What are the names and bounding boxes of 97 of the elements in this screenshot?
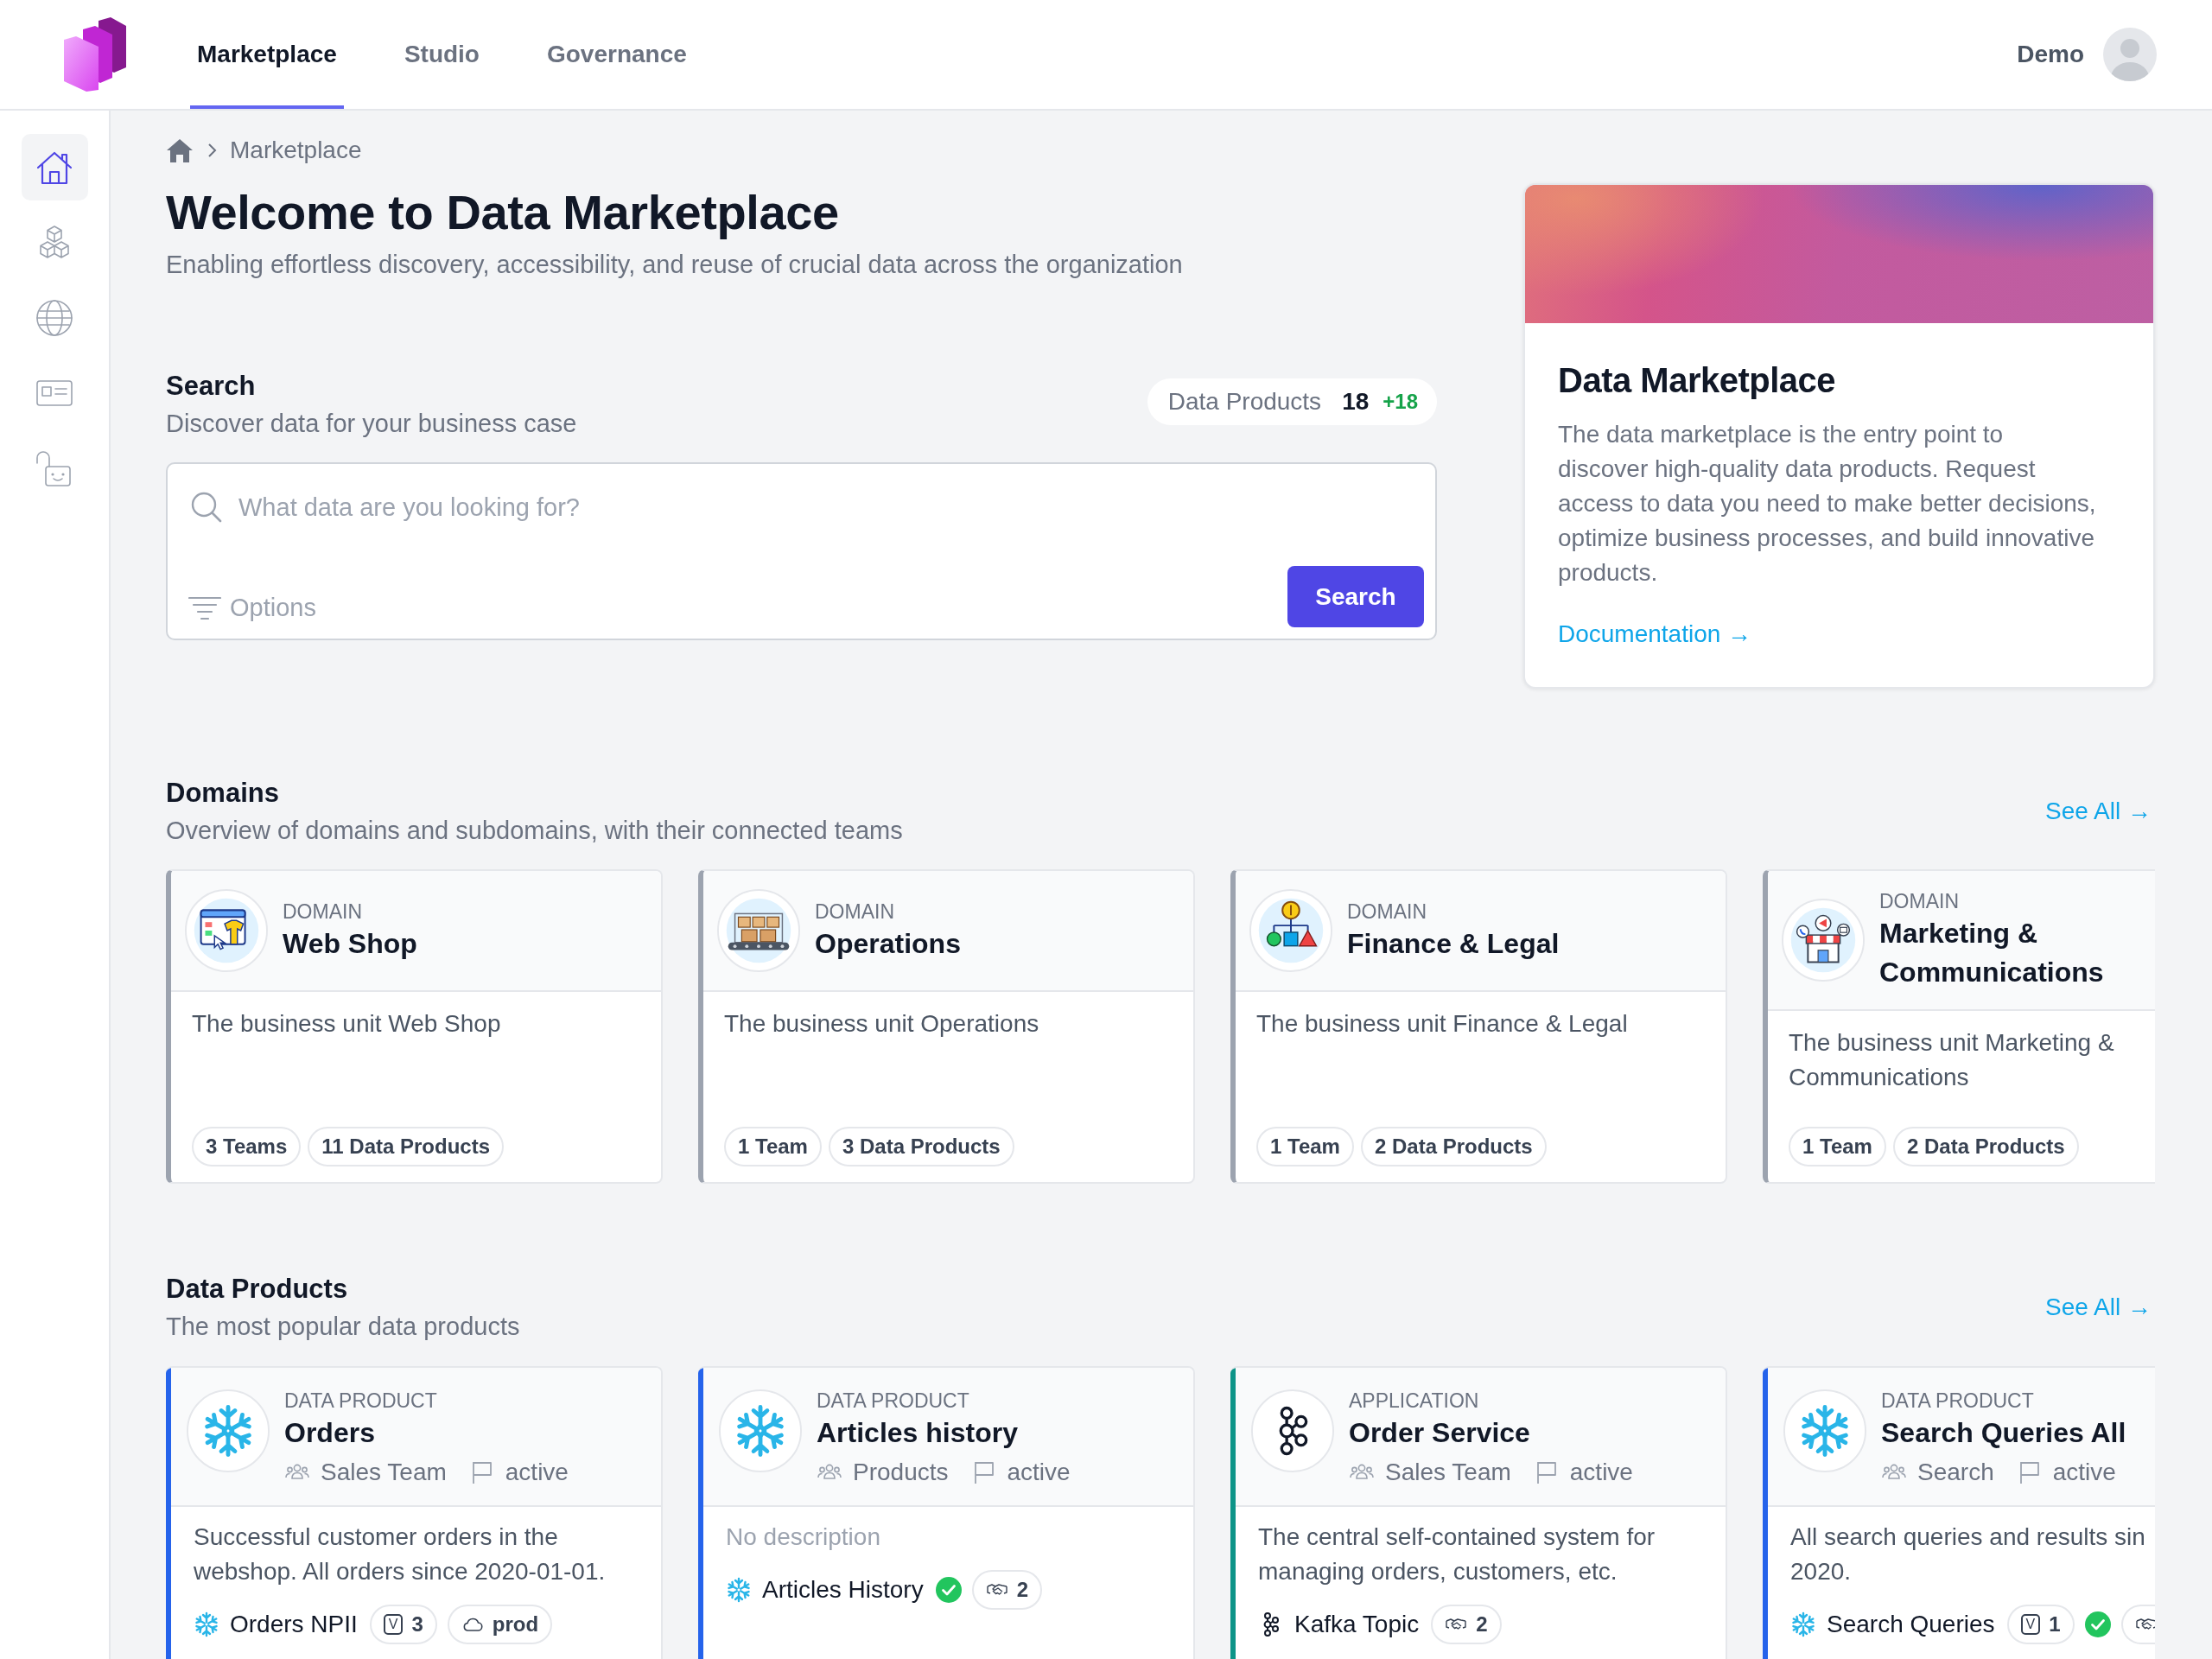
browser-shirt-icon <box>184 888 269 973</box>
product-card[interactable]: DATA PRODUCT Orders Sales Team active Successful customer orders in the webshop. All orders since 2020-01-01. Orders NPII V 3 prod <box>166 1366 663 1659</box>
product-name: Search Queries All <box>1881 1416 2126 1450</box>
domain-card[interactable]: DOMAIN Marketing & Communications The business unit Marketing & Communications 1 Team 2 Data Products <box>1763 869 2155 1184</box>
team-name[interactable]: Sales Team <box>1385 1457 1511 1488</box>
count-tag: 2 Data Products <box>1360 1127 1547 1166</box>
domain-card[interactable]: DOMAIN Finance & Legal The business unit Finance & Legal 1 Team 2 Data Products <box>1230 869 1727 1184</box>
product-description: Successful customer orders in the webshop. All orders since 2020-01-01. <box>194 1522 607 1586</box>
connected-nodes-icon <box>1250 1389 1335 1473</box>
check-icon <box>2084 1611 2111 1637</box>
product-card[interactable]: APPLICATION Order Service Sales Team active The central self-contained system for managing orders, customers, etc. Kafka Topic 2 <box>1230 1366 1727 1659</box>
version-number: 3 <box>411 1612 423 1637</box>
status-label: active <box>1007 1458 1071 1487</box>
section-title: Search <box>166 370 257 403</box>
count-tag: 11 Data Products <box>308 1127 505 1166</box>
team-name[interactable]: Search <box>1917 1457 1994 1488</box>
domain-description: The business unit Marketing & Communications <box>1789 1028 2115 1092</box>
domain-name: Marketing & Communications <box>1879 917 2105 989</box>
sidebar-item[interactable] <box>21 134 88 200</box>
counter-change: +18 <box>1382 390 1418 414</box>
team-name[interactable]: Products <box>853 1457 949 1488</box>
counter-value: 18 <box>1342 388 1370 416</box>
output-port-name[interactable]: Search Queries <box>1827 1611 1995 1638</box>
card-type-label: DOMAIN <box>815 899 895 925</box>
breadcrumb-item[interactable]: Marketplace <box>230 137 362 164</box>
section-subtitle: The most popular data products <box>166 1312 520 1342</box>
search-input[interactable]: What data are you looking for? <box>238 488 1411 526</box>
contracts-count: 2 <box>1476 1612 1488 1637</box>
card-type-label: DOMAIN <box>283 899 363 925</box>
section-title: Domains <box>166 777 280 810</box>
check-icon <box>935 1577 962 1603</box>
section-subtitle: Discover data for your business case <box>166 409 577 439</box>
card-type-label: DOMAIN <box>1347 899 1427 925</box>
domain-description: The business unit Finance & Legal <box>1256 1009 1629 1039</box>
count-tag: 1 Team <box>1789 1127 1886 1166</box>
output-port-name[interactable]: Articles History <box>762 1576 924 1604</box>
domain-card[interactable]: DOMAIN Operations The business unit Operations 1 Team 3 Data Products <box>698 869 1195 1184</box>
count-tag: 1 Team <box>1256 1127 1354 1166</box>
conveyor-boxes-icon <box>716 888 801 973</box>
status-label: active <box>505 1458 569 1487</box>
environment-label: prod <box>492 1612 539 1637</box>
card-type-label: APPLICATION <box>1349 1389 1480 1414</box>
home-icon[interactable] <box>166 137 194 163</box>
product-card[interactable]: DATA PRODUCT Articles history Products active No description Articles History 2 <box>698 1366 1195 1659</box>
snowflake-icon <box>718 1389 803 1473</box>
product-name: Articles history <box>817 1416 1019 1450</box>
product-description: No description <box>726 1522 881 1552</box>
search-icon <box>190 491 223 524</box>
team-name[interactable]: Sales Team <box>321 1457 447 1488</box>
card-type-label: DOMAIN <box>1879 889 1960 914</box>
status-label: active <box>2052 1458 2116 1487</box>
count-tag: 3 Data Products <box>828 1127 1014 1166</box>
snowflake-icon <box>186 1389 270 1473</box>
snowflake-icon <box>1783 1389 1867 1473</box>
search-button[interactable]: Search <box>1287 566 1424 627</box>
domain-description: The business unit Operations <box>724 1009 1040 1039</box>
page-subtitle: Enabling effortless discovery, accessibility, and reuse of crucial data across the organization <box>166 250 1184 280</box>
product-description: The central self-contained system for managing orders, customers, etc. <box>1258 1522 1656 1586</box>
filter-icon <box>188 594 221 621</box>
avatar-icon[interactable] <box>2103 28 2157 81</box>
product-name: Orders <box>284 1416 376 1450</box>
nav-tab[interactable]: Studio <box>397 0 486 109</box>
count-tag: 2 Data Products <box>1892 1127 2079 1166</box>
section-title: Data Products <box>166 1273 349 1306</box>
product-name: Order Service <box>1349 1416 1531 1450</box>
status-label: active <box>1569 1458 1633 1487</box>
snowflake-icon <box>1790 1611 1816 1637</box>
version-icon: V <box>383 1614 404 1635</box>
domain-name: Finance & Legal <box>1347 926 1560 961</box>
chevron-icon <box>206 142 218 159</box>
contracts-count: 2 <box>1016 1578 1029 1602</box>
product-description: All search queries and results sin 2020. <box>1790 1522 2146 1586</box>
snowflake-icon <box>194 1611 219 1637</box>
coin-shapes-icon <box>1249 888 1333 973</box>
storefront-icon <box>1781 898 1866 982</box>
count-tag: 1 Team <box>724 1127 822 1166</box>
page-title: Welcome to Data Marketplace <box>166 185 840 240</box>
card-type-label: DATA PRODUCT <box>817 1389 970 1414</box>
version-number: 1 <box>2049 1612 2061 1637</box>
card-text: The data marketplace is the entry point to discover high-quality data products. Request access to data you need to make better decisions, optimize business processes, and build innovative products. <box>1558 420 2097 588</box>
output-port-name[interactable]: Orders NPII <box>230 1611 358 1638</box>
card-type-label: DATA PRODUCT <box>1881 1389 2035 1414</box>
card-type-label: DATA PRODUCT <box>284 1389 438 1414</box>
user-name[interactable]: Demo <box>2017 41 2084 68</box>
product-card[interactable]: DATA PRODUCT Search Queries All Search active All search queries and results sin 2020. Search Queries V 1 <box>1763 1366 2155 1659</box>
domain-description: The business unit Web Shop <box>192 1009 502 1039</box>
domain-name: Operations <box>815 926 961 961</box>
section-subtitle: Overview of domains and subdomains, with their connected teams <box>166 816 903 846</box>
version-icon: V <box>2020 1614 2041 1635</box>
domain-name: Web Shop <box>283 926 417 961</box>
domain-card[interactable]: DOMAIN Web Shop The business unit Web Shop 3 Teams 11 Data Products <box>166 869 663 1184</box>
counter-label: Data Products <box>1167 388 1322 416</box>
output-port-name[interactable]: Kafka Topic <box>1294 1611 1420 1638</box>
count-tag: 3 Teams <box>192 1127 302 1166</box>
nav-tab[interactable]: Governance <box>539 0 694 109</box>
card-title: Data Marketplace <box>1558 360 1837 401</box>
snowflake-icon <box>726 1577 752 1603</box>
